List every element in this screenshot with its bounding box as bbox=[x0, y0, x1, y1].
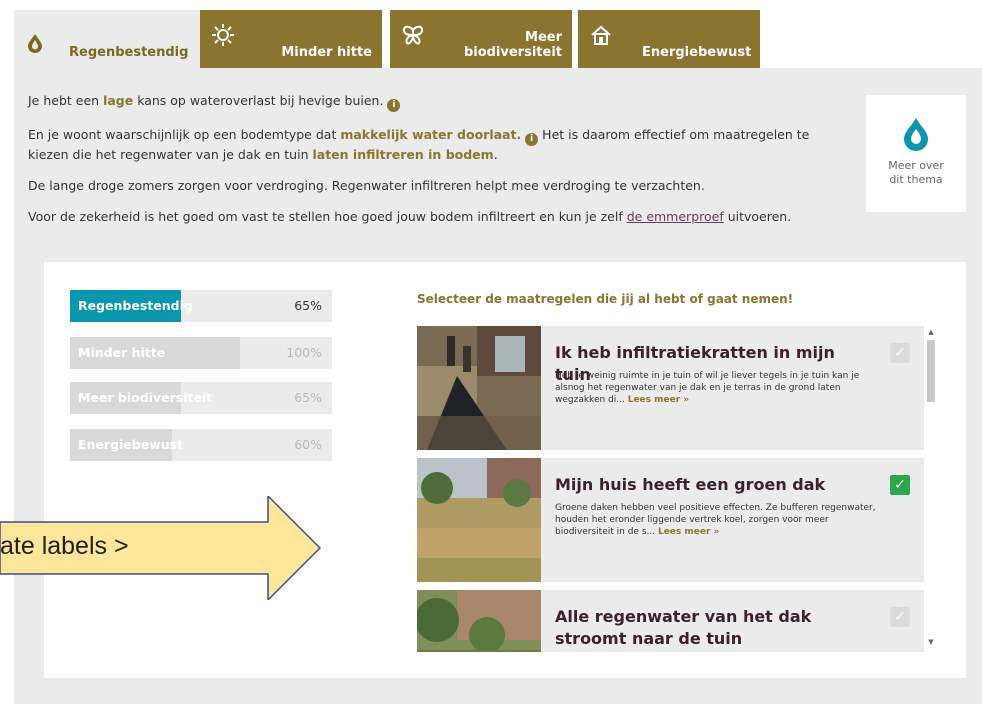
tab-label-line1: Meer bbox=[525, 30, 562, 45]
intro-text: Je hebt een lage kans op wateroverlast b… bbox=[28, 92, 848, 239]
measure-photo bbox=[417, 458, 541, 582]
highlight-text: lage bbox=[103, 93, 134, 108]
measure-description-text: Heb je weinig ruimte in je tuin of wil j… bbox=[555, 371, 860, 405]
score-row-energiebewust[interactable]: Energiebewust 60% bbox=[70, 429, 332, 461]
intro-paragraph-soil: En je woont waarschijnlijk op een bodemt… bbox=[28, 126, 848, 163]
scroll-thumb[interactable] bbox=[927, 340, 935, 402]
score-row-minder-hitte[interactable]: Minder hitte 100% bbox=[70, 337, 332, 369]
measure-title: Alle regenwater van het dak stroomt naar… bbox=[555, 607, 812, 648]
text: Je hebt een bbox=[28, 93, 104, 108]
measure-description: Heb je weinig ruimte in je tuin of wil j… bbox=[555, 370, 885, 406]
highlight-text: makkelijk water doorlaat. bbox=[340, 127, 522, 142]
measure-card[interactable]: Mijn huis heeft een groen dak Groene dak… bbox=[417, 458, 925, 582]
text: En je woont waarschijnlijk op een bodemt… bbox=[28, 127, 341, 142]
score-percentage: 65% bbox=[294, 298, 322, 313]
score-percentage: 60% bbox=[294, 437, 322, 452]
score-percentage: 65% bbox=[294, 390, 322, 405]
measure-title: Mijn huis heeft een groen dak bbox=[555, 475, 826, 494]
intro-paragraph-risk: Je hebt een lage kans op wateroverlast b… bbox=[28, 92, 848, 112]
intro-paragraph-drought: De lange droge zomers zorgen voor verdro… bbox=[28, 178, 705, 193]
house-icon bbox=[591, 25, 611, 45]
measure-checkbox-checked[interactable]: ✓ bbox=[890, 475, 910, 495]
info-icon[interactable]: i bbox=[525, 133, 539, 146]
sun-icon bbox=[212, 24, 234, 46]
intro-paragraph-test: Voor de zekerheid is het goed om vast te… bbox=[28, 208, 848, 225]
measure-card[interactable]: Ik heb infiltratiekratten in mijn tuin H… bbox=[417, 326, 925, 450]
measures-list[interactable]: Ik heb infiltratiekratten in mijn tuin H… bbox=[417, 322, 927, 652]
measures-title: Selecteer de maatregelen die jij al hebt… bbox=[417, 292, 794, 306]
measure-checkbox[interactable]: ✓ bbox=[890, 607, 910, 627]
score-percentage: 100% bbox=[286, 345, 322, 360]
measure-checkbox[interactable]: ✓ bbox=[890, 343, 910, 363]
tab-label: Regenbestendig bbox=[69, 45, 189, 60]
read-more-link[interactable]: Lees meer » bbox=[628, 395, 689, 405]
measure-photo bbox=[417, 326, 541, 450]
score-row-meer-biodiversiteit[interactable]: Meer biodiversiteit 65% bbox=[70, 382, 332, 414]
tab-label: Minder hitte bbox=[281, 45, 372, 60]
water-drop-icon bbox=[28, 34, 42, 53]
text: kans op wateroverlast bij hevige buien. bbox=[133, 93, 384, 108]
scroll-up-arrow-icon[interactable]: ▲ bbox=[926, 328, 936, 338]
read-more-link[interactable]: Lees meer » bbox=[658, 527, 719, 537]
butterfly-icon bbox=[402, 25, 424, 45]
theme-info-button[interactable]: Meer over dit thema bbox=[866, 95, 966, 212]
tab-regenbestendig[interactable]: Regenbestendig bbox=[14, 10, 200, 68]
text: . bbox=[493, 147, 498, 162]
score-row-regenbestendig[interactable]: Regenbestendig 65% bbox=[70, 290, 332, 322]
tab-label: Energiebewust bbox=[642, 45, 752, 60]
tab-meer-biodiversiteit[interactable]: Meer biodiversiteit bbox=[390, 10, 572, 68]
score-label: Regenbestendig bbox=[78, 298, 193, 313]
theme-tabs: Regenbestendig Minder hitte Meer biodive… bbox=[14, 10, 760, 68]
score-label: Minder hitte bbox=[78, 345, 166, 360]
tab-energiebewust[interactable]: Energiebewust bbox=[578, 10, 760, 68]
measure-description: Groene daken hebben veel positieve effec… bbox=[555, 502, 885, 538]
emmerproef-link[interactable]: de emmerproef bbox=[627, 209, 724, 224]
scroll-down-arrow-icon[interactable]: ▼ bbox=[926, 638, 936, 648]
highlight-text: laten infiltreren in bodem bbox=[312, 147, 494, 162]
measure-photo bbox=[417, 590, 541, 652]
measure-card[interactable]: Alle regenwater van het dak stroomt naar… bbox=[417, 590, 925, 652]
score-label: Meer biodiversiteit bbox=[78, 390, 213, 405]
theme-info-label-1: Meer over bbox=[888, 159, 944, 172]
info-icon[interactable]: i bbox=[387, 99, 401, 112]
theme-info-label-2: dit thema bbox=[889, 173, 943, 186]
tab-minder-hitte[interactable]: Minder hitte bbox=[200, 10, 382, 68]
score-label: Energiebewust bbox=[78, 437, 184, 452]
water-drop-icon bbox=[904, 118, 928, 151]
callout-text: ate labels > bbox=[0, 532, 129, 560]
measures-scrollbar[interactable]: ▲ ▼ bbox=[924, 326, 938, 650]
text: Voor de zekerheid is het goed om vast te… bbox=[28, 209, 627, 224]
tab-label-line2: biodiversiteit bbox=[463, 45, 562, 60]
text: uitvoeren. bbox=[723, 209, 792, 224]
